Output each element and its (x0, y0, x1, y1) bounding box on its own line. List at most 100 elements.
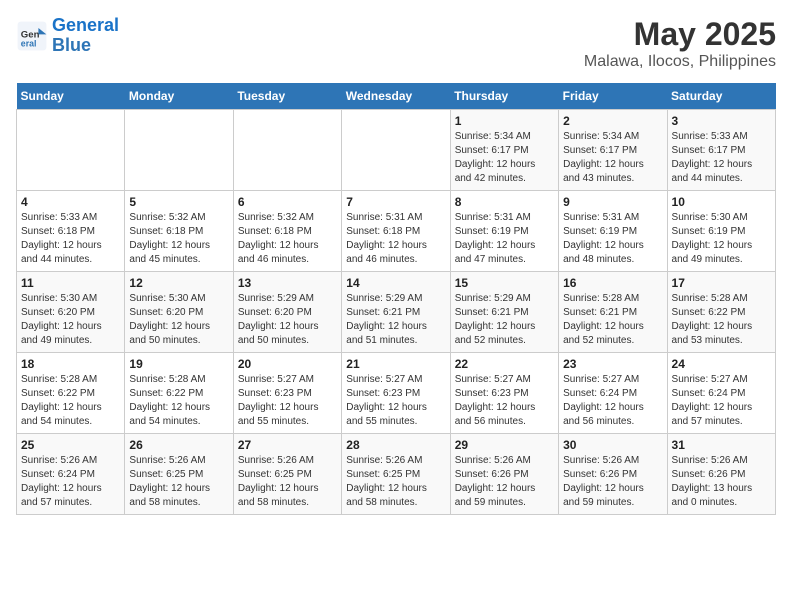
day-info: Sunrise: 5:30 AM Sunset: 6:20 PM Dayligh… (129, 292, 228, 348)
day-number: 13 (238, 276, 337, 290)
calendar-cell: 14 Sunrise: 5:29 AM Sunset: 6:21 PM Dayli… (342, 272, 450, 353)
header-wednesday: Wednesday (342, 83, 450, 110)
day-info: Sunrise: 5:27 AM Sunset: 6:24 PM Dayligh… (563, 373, 662, 429)
day-info: Sunrise: 5:31 AM Sunset: 6:18 PM Dayligh… (346, 211, 445, 267)
week-row-2: 4Sunrise: 5:33 AM Sunset: 6:18 PM Daylig… (17, 191, 776, 272)
week-row-1: 1 Sunrise: 5:34 AM Sunset: 6:17 PM Daylig… (17, 110, 776, 191)
calendar-cell (125, 110, 233, 191)
calendar-cell: 31 Sunrise: 5:26 AM Sunset: 6:26 PM Dayli… (667, 434, 775, 515)
day-info: Sunrise: 5:30 AM Sunset: 6:20 PM Dayligh… (21, 292, 120, 348)
day-number: 16 (563, 276, 662, 290)
day-number: 10 (672, 195, 771, 209)
day-info: Sunrise: 5:28 AM Sunset: 6:22 PM Dayligh… (672, 292, 771, 348)
page-header: Gen eral General Blue May 2025 Malawa, I… (16, 16, 776, 71)
calendar-cell: 8 Sunrise: 5:31 AM Sunset: 6:19 PM Daylig… (450, 191, 558, 272)
calendar-cell: 20Sunrise: 5:27 AM Sunset: 6:23 PM Dayli… (233, 353, 341, 434)
day-number: 18 (21, 357, 120, 371)
calendar-cell: 27Sunrise: 5:26 AM Sunset: 6:25 PM Dayli… (233, 434, 341, 515)
header-saturday: Saturday (667, 83, 775, 110)
header-thursday: Thursday (450, 83, 558, 110)
day-number: 29 (455, 438, 554, 452)
day-number: 12 (129, 276, 228, 290)
day-info: Sunrise: 5:34 AM Sunset: 6:17 PM Dayligh… (455, 130, 554, 186)
day-number: 14 (346, 276, 445, 290)
calendar-subtitle: Malawa, Ilocos, Philippines (584, 53, 776, 71)
day-number: 15 (455, 276, 554, 290)
calendar-cell: 17 Sunrise: 5:28 AM Sunset: 6:22 PM Dayli… (667, 272, 775, 353)
calendar-cell: 19Sunrise: 5:28 AM Sunset: 6:22 PM Dayli… (125, 353, 233, 434)
header-monday: Monday (125, 83, 233, 110)
calendar-cell: 16 Sunrise: 5:28 AM Sunset: 6:21 PM Dayli… (559, 272, 667, 353)
logo-icon: Gen eral (16, 20, 48, 52)
calendar-title: May 2025 (584, 16, 776, 53)
day-number: 2 (563, 114, 662, 128)
title-area: May 2025 Malawa, Ilocos, Philippines (584, 16, 776, 71)
day-number: 6 (238, 195, 337, 209)
calendar-cell: 10 Sunrise: 5:30 AM Sunset: 6:19 PM Dayli… (667, 191, 775, 272)
week-row-3: 11 Sunrise: 5:30 AM Sunset: 6:20 PM Dayli… (17, 272, 776, 353)
day-info: Sunrise: 5:27 AM Sunset: 6:23 PM Dayligh… (346, 373, 445, 429)
day-info: Sunrise: 5:28 AM Sunset: 6:21 PM Dayligh… (563, 292, 662, 348)
calendar-table: SundayMondayTuesdayWednesdayThursdayFrid… (16, 83, 776, 515)
day-number: 25 (21, 438, 120, 452)
day-number: 31 (672, 438, 771, 452)
day-number: 23 (563, 357, 662, 371)
day-info: Sunrise: 5:31 AM Sunset: 6:19 PM Dayligh… (455, 211, 554, 267)
day-info: Sunrise: 5:31 AM Sunset: 6:19 PM Dayligh… (563, 211, 662, 267)
day-info: Sunrise: 5:26 AM Sunset: 6:25 PM Dayligh… (129, 454, 228, 510)
calendar-cell: 3 Sunrise: 5:33 AM Sunset: 6:17 PM Daylig… (667, 110, 775, 191)
calendar-cell: 30 Sunrise: 5:26 AM Sunset: 6:26 PM Dayli… (559, 434, 667, 515)
day-number: 8 (455, 195, 554, 209)
calendar-cell (233, 110, 341, 191)
week-row-4: 18Sunrise: 5:28 AM Sunset: 6:22 PM Dayli… (17, 353, 776, 434)
day-number: 21 (346, 357, 445, 371)
calendar-cell: 11 Sunrise: 5:30 AM Sunset: 6:20 PM Dayli… (17, 272, 125, 353)
calendar-cell: 24 Sunrise: 5:27 AM Sunset: 6:24 PM Dayli… (667, 353, 775, 434)
calendar-cell: 15Sunrise: 5:29 AM Sunset: 6:21 PM Dayli… (450, 272, 558, 353)
day-info: Sunrise: 5:33 AM Sunset: 6:17 PM Dayligh… (672, 130, 771, 186)
day-info: Sunrise: 5:26 AM Sunset: 6:25 PM Dayligh… (238, 454, 337, 510)
calendar-cell: 13Sunrise: 5:29 AM Sunset: 6:20 PM Dayli… (233, 272, 341, 353)
calendar-cell: 26 Sunrise: 5:26 AM Sunset: 6:25 PM Dayli… (125, 434, 233, 515)
header-sunday: Sunday (17, 83, 125, 110)
day-number: 26 (129, 438, 228, 452)
day-info: Sunrise: 5:32 AM Sunset: 6:18 PM Dayligh… (238, 211, 337, 267)
day-number: 3 (672, 114, 771, 128)
day-info: Sunrise: 5:26 AM Sunset: 6:25 PM Dayligh… (346, 454, 445, 510)
day-number: 4 (21, 195, 120, 209)
day-number: 28 (346, 438, 445, 452)
day-number: 11 (21, 276, 120, 290)
calendar-cell: 22Sunrise: 5:27 AM Sunset: 6:23 PM Dayli… (450, 353, 558, 434)
calendar-cell (17, 110, 125, 191)
calendar-header-row: SundayMondayTuesdayWednesdayThursdayFrid… (17, 83, 776, 110)
day-number: 30 (563, 438, 662, 452)
logo-text-blue: Blue (52, 36, 119, 56)
day-number: 24 (672, 357, 771, 371)
day-info: Sunrise: 5:26 AM Sunset: 6:26 PM Dayligh… (455, 454, 554, 510)
week-row-5: 25Sunrise: 5:26 AM Sunset: 6:24 PM Dayli… (17, 434, 776, 515)
calendar-cell (342, 110, 450, 191)
day-number: 9 (563, 195, 662, 209)
day-info: Sunrise: 5:27 AM Sunset: 6:24 PM Dayligh… (672, 373, 771, 429)
day-info: Sunrise: 5:29 AM Sunset: 6:21 PM Dayligh… (346, 292, 445, 348)
header-tuesday: Tuesday (233, 83, 341, 110)
day-number: 19 (129, 357, 228, 371)
calendar-cell: 7Sunrise: 5:31 AM Sunset: 6:18 PM Daylig… (342, 191, 450, 272)
day-info: Sunrise: 5:26 AM Sunset: 6:26 PM Dayligh… (563, 454, 662, 510)
header-friday: Friday (559, 83, 667, 110)
day-info: Sunrise: 5:32 AM Sunset: 6:18 PM Dayligh… (129, 211, 228, 267)
day-info: Sunrise: 5:26 AM Sunset: 6:26 PM Dayligh… (672, 454, 771, 510)
logo: Gen eral General Blue (16, 16, 119, 56)
day-number: 1 (455, 114, 554, 128)
day-number: 22 (455, 357, 554, 371)
logo-text: General (52, 16, 119, 36)
calendar-cell: 18Sunrise: 5:28 AM Sunset: 6:22 PM Dayli… (17, 353, 125, 434)
calendar-cell: 5Sunrise: 5:32 AM Sunset: 6:18 PM Daylig… (125, 191, 233, 272)
calendar-cell: 25Sunrise: 5:26 AM Sunset: 6:24 PM Dayli… (17, 434, 125, 515)
calendar-cell: 28 Sunrise: 5:26 AM Sunset: 6:25 PM Dayli… (342, 434, 450, 515)
day-number: 17 (672, 276, 771, 290)
day-info: Sunrise: 5:30 AM Sunset: 6:19 PM Dayligh… (672, 211, 771, 267)
calendar-cell: 1 Sunrise: 5:34 AM Sunset: 6:17 PM Daylig… (450, 110, 558, 191)
day-info: Sunrise: 5:34 AM Sunset: 6:17 PM Dayligh… (563, 130, 662, 186)
calendar-cell: 12 Sunrise: 5:30 AM Sunset: 6:20 PM Dayli… (125, 272, 233, 353)
